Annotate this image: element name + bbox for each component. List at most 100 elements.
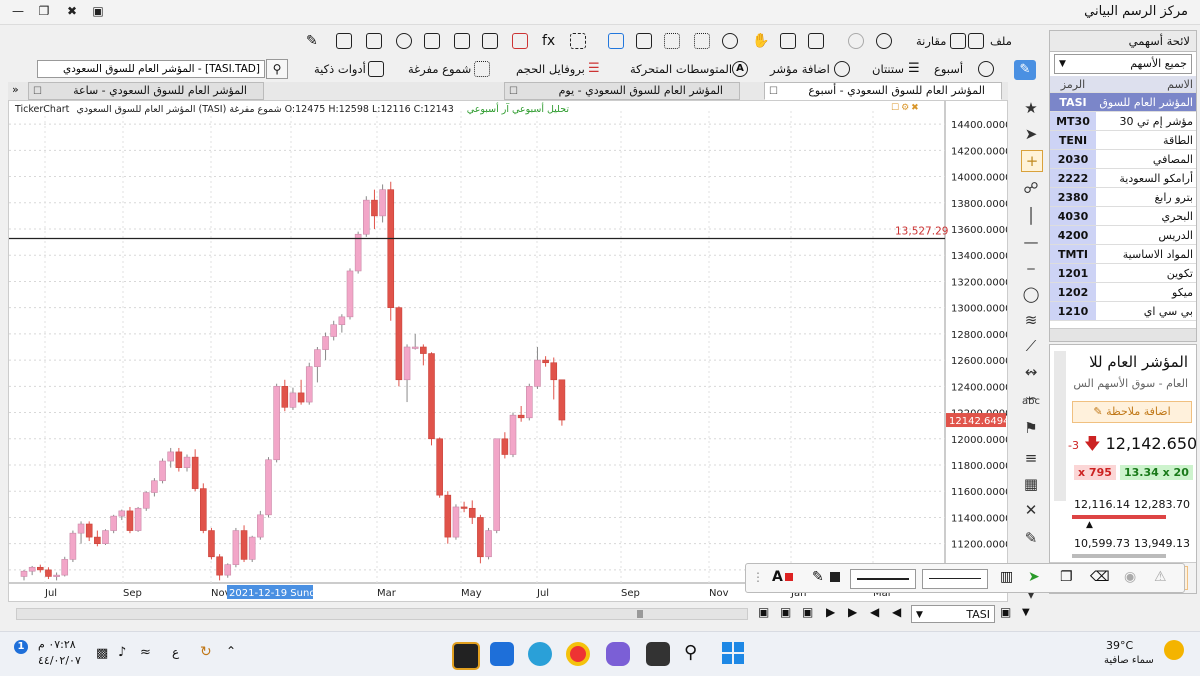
symbol-search-input[interactable]: [37, 60, 265, 78]
horizontal-line-icon[interactable]: —: [1021, 232, 1041, 252]
watchlist-row[interactable]: 2030 المصافي: [1050, 149, 1196, 169]
watchlist-row[interactable]: 2380 بترو رابغ: [1050, 187, 1196, 207]
link-chain-icon[interactable]: ☍: [1021, 178, 1041, 198]
candles-icon[interactable]: [664, 33, 680, 49]
abc-icon[interactable]: abc: [1021, 392, 1041, 412]
pattern-icon[interactable]: ⟋: [1021, 336, 1041, 356]
period-week-button[interactable]: أسبوع: [934, 62, 963, 76]
line-width-select[interactable]: [922, 569, 988, 589]
line-tool-icon[interactable]: ⎯: [1021, 258, 1041, 278]
teams-app-icon[interactable]: [606, 642, 630, 666]
file-icon[interactable]: [968, 33, 984, 49]
refresh-icon[interactable]: [396, 33, 412, 49]
cursor-icon[interactable]: ➤: [1021, 124, 1041, 144]
tab-week[interactable]: ☐ المؤشر العام للسوق السعودي - أسبوع: [764, 82, 1002, 100]
notification-icon[interactable]: 1: [14, 640, 28, 654]
watchlist-scrollbar[interactable]: [1050, 328, 1196, 341]
grip-icon[interactable]: ⋮: [752, 570, 764, 584]
add-indicator-button[interactable]: اضافة مؤشر: [770, 62, 830, 76]
tabs-overflow-icon[interactable]: »: [12, 83, 19, 96]
eraser-icon[interactable]: ✎: [1021, 528, 1041, 548]
watchlist-row[interactable]: 1210 بي سي اي: [1050, 301, 1196, 321]
erase-icon[interactable]: ⌫: [1090, 569, 1110, 585]
task-view-icon[interactable]: [646, 642, 670, 666]
tab-close-icon[interactable]: ☐: [769, 84, 778, 99]
undo-icon[interactable]: [848, 33, 864, 49]
tab-hour[interactable]: ☐ المؤشر العام للسوق السعودي - ساعة: [28, 82, 264, 100]
tray-expand-icon[interactable]: ⌃: [226, 644, 236, 658]
chrome-app-icon[interactable]: [566, 642, 590, 666]
edge-app-icon[interactable]: [528, 642, 552, 666]
palette-icon[interactable]: [512, 33, 528, 49]
volume-profile-button[interactable]: بروفايل الحجم: [516, 62, 585, 76]
clock-date[interactable]: ٤٤/٠٢/٠٧: [38, 654, 81, 667]
weather-temperature[interactable]: 39°C: [1106, 639, 1133, 652]
zoom-out-icon[interactable]: ▣: [802, 605, 813, 619]
list-icon[interactable]: [424, 33, 440, 49]
formula-icon[interactable]: fx: [542, 33, 558, 49]
smart-tools-button[interactable]: أدوات ذكية: [314, 62, 366, 76]
scroll-start-icon[interactable]: ◀: [892, 605, 901, 619]
compare-icon[interactable]: [950, 33, 966, 49]
column-symbol[interactable]: الرمز: [1050, 76, 1096, 93]
clock-icon[interactable]: [978, 61, 994, 77]
language-indicator[interactable]: ع: [172, 645, 179, 659]
indicator-icon[interactable]: [834, 61, 850, 77]
column-name[interactable]: الاسم: [1096, 76, 1196, 93]
mail-app-icon[interactable]: [490, 642, 514, 666]
gann-icon[interactable]: ✕: [1021, 500, 1041, 520]
tab-close-icon[interactable]: ☐: [509, 84, 518, 99]
mail-icon[interactable]: [636, 33, 652, 49]
brush-icon[interactable]: ✎: [306, 33, 322, 49]
copy-icon[interactable]: ❐: [1060, 569, 1073, 585]
lock-icon[interactable]: ⚠: [1154, 569, 1167, 585]
panel-scrollbar[interactable]: [1054, 351, 1066, 501]
watchlist-row[interactable]: 1202 ميكو: [1050, 282, 1196, 302]
tab-close-icon[interactable]: ☐: [33, 84, 42, 99]
search-icon[interactable]: ⚲: [266, 59, 288, 79]
watchlist-row[interactable]: 1201 تكوين: [1050, 263, 1196, 283]
weather-description[interactable]: سماء صافية: [1104, 655, 1154, 666]
star-icon[interactable]: ★: [1021, 98, 1041, 118]
redo-icon[interactable]: [876, 33, 892, 49]
watchlist-row[interactable]: 4030 البحري: [1050, 206, 1196, 226]
file-menu[interactable]: ملف: [990, 34, 1012, 48]
collapse-icon[interactable]: ▼: [1022, 607, 1030, 618]
hollow-candles-icon[interactable]: [474, 61, 490, 77]
chart-settings-icon[interactable]: ▣: [1000, 605, 1011, 619]
smart-tools-icon[interactable]: [368, 61, 384, 77]
moving-averages-button[interactable]: المتوسطات المتحركة: [630, 62, 732, 76]
add-note-button[interactable]: اضافة ملاحظة ✎: [1072, 401, 1192, 423]
zigzag-icon[interactable]: ↭: [1021, 362, 1041, 382]
clock-time[interactable]: ٠٧:٢٨ م: [38, 638, 76, 651]
zoom-fit-icon[interactable]: ▣: [780, 605, 791, 619]
watchlist-row[interactable]: TMTI المواد الاساسية: [1050, 244, 1196, 264]
crosshair-icon[interactable]: +: [1021, 150, 1043, 172]
tab-day[interactable]: ☐ المؤشر العام للسوق السعودي - يوم: [504, 82, 740, 100]
watchlist-row[interactable]: MT30 مؤشر إم تي 30: [1050, 111, 1196, 131]
volume-bars-icon[interactable]: [694, 33, 710, 49]
compare-button[interactable]: مقارنة: [916, 34, 946, 48]
scroll-right-icon[interactable]: ▶: [848, 605, 857, 619]
chart-layout-icon[interactable]: [482, 33, 498, 49]
volume-profile-icon[interactable]: ☰: [588, 61, 604, 77]
zoom-out-icon[interactable]: [780, 33, 796, 49]
bottom-symbol-select[interactable]: TASI ▼: [911, 605, 995, 623]
text-color-icon[interactable]: A: [772, 569, 793, 585]
vertical-line-icon[interactable]: │: [1021, 206, 1041, 226]
watchlist-filter-select[interactable]: جميع الأسهم ▼: [1054, 54, 1192, 74]
fibonacci-icon[interactable]: ≡: [1021, 448, 1041, 468]
restore-icon[interactable]: ❐: [36, 4, 52, 18]
price-chart[interactable]: TickerChart المؤشر العام للسوق السعودي (…: [8, 100, 1008, 602]
start-icon[interactable]: [722, 642, 744, 664]
camera-icon[interactable]: ▣: [90, 4, 106, 18]
stantan-button[interactable]: ستنتان: [872, 62, 904, 76]
print-icon[interactable]: [336, 33, 352, 49]
measure-icon[interactable]: ▦: [1021, 474, 1041, 494]
volume-icon[interactable]: ♪: [118, 645, 126, 660]
sun-icon[interactable]: [1164, 640, 1184, 660]
table-icon[interactable]: [454, 33, 470, 49]
hand-icon[interactable]: ✋: [752, 33, 769, 49]
zoom-in-icon[interactable]: ▣: [758, 605, 769, 619]
watchlist-row[interactable]: 4200 الدريس: [1050, 225, 1196, 245]
